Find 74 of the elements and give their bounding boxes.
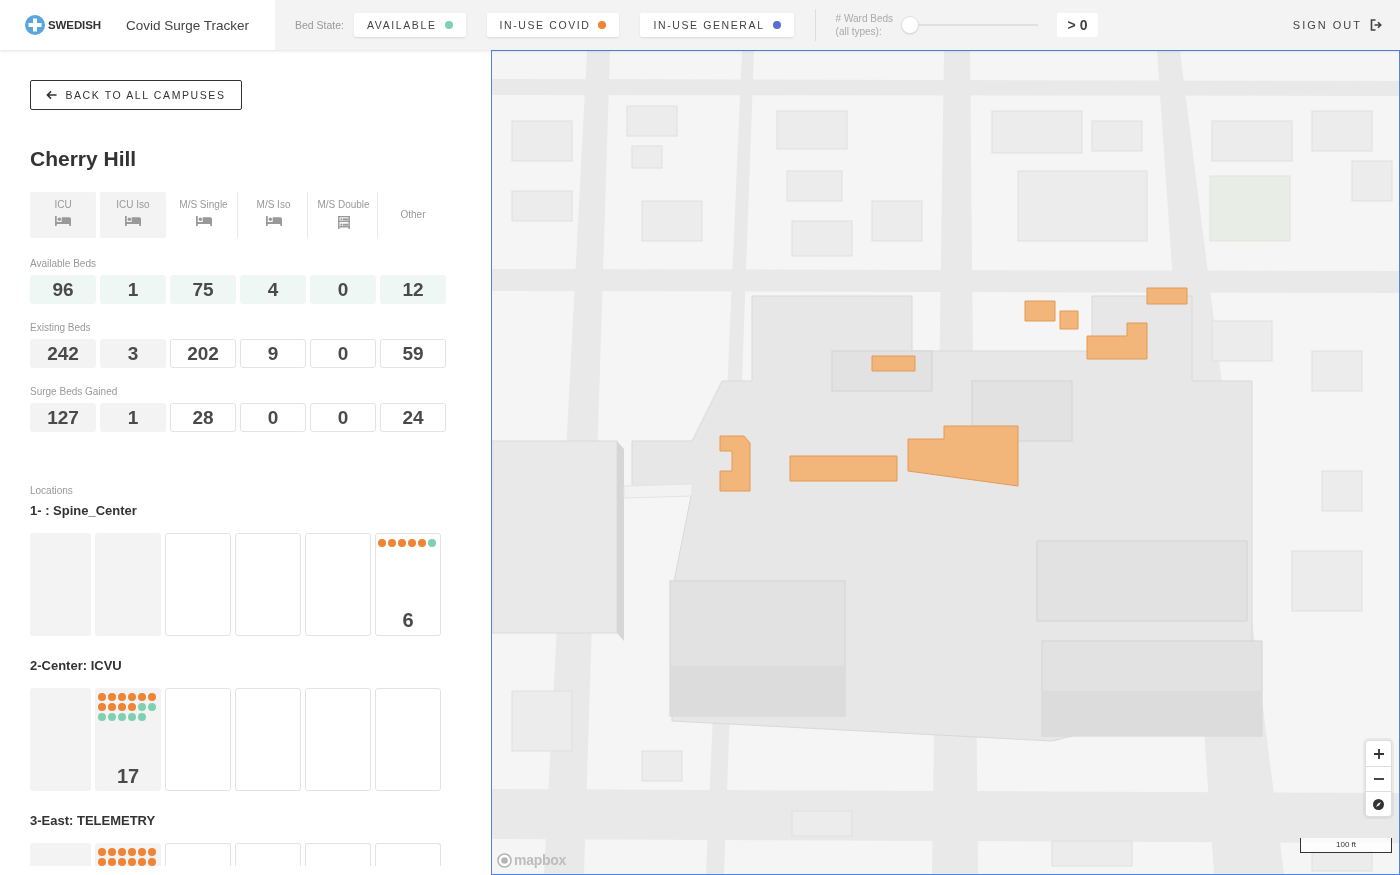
highlighted-building[interactable] — [1059, 310, 1079, 330]
plus-icon — [1373, 748, 1384, 759]
bed-count-cell: 4 — [240, 275, 306, 304]
scale-bar: 100 ft — [1300, 838, 1392, 853]
bed-count-cell: 59 — [380, 339, 446, 368]
bed-state-button[interactable]: AVAILABLE — [354, 13, 466, 37]
bed-icon — [195, 216, 212, 226]
bed-count-cell: 0 — [310, 275, 376, 304]
back-arrow-icon — [46, 90, 58, 100]
bed-count-cell: 24 — [380, 403, 446, 432]
bed-type-label: Other — [400, 209, 426, 221]
brand-name: SWEDISH — [48, 19, 101, 31]
section-label: Locations — [30, 485, 73, 497]
compass-icon — [1373, 798, 1384, 810]
bed-icon — [55, 216, 71, 226]
bed-count-cell: 127 — [30, 403, 96, 432]
slider-thumb[interactable] — [901, 17, 918, 33]
compass-button[interactable] — [1366, 791, 1391, 816]
bed-icon — [265, 216, 282, 226]
location-cell — [375, 843, 441, 866]
map-view[interactable]: 100 ft mapbox — [491, 50, 1400, 875]
highlighted-building[interactable] — [719, 435, 751, 492]
bed-count-cell: 12 — [380, 275, 446, 304]
bed-count-cell: 0 — [240, 403, 306, 432]
bed-count-cell: 28 — [170, 403, 236, 432]
app-title: Covid Surge Tracker — [126, 17, 250, 33]
bed-count: 6 — [402, 608, 414, 633]
highlighted-building[interactable] — [1146, 287, 1188, 305]
location-cell — [165, 843, 231, 866]
back-button[interactable]: BACK TO ALL CAMPUSES — [30, 80, 242, 110]
threshold-value: > 0 — [1056, 13, 1099, 37]
campus-title: Cherry Hill — [30, 146, 138, 171]
ward-beds-label: # Ward Beds (all types): — [835, 12, 894, 38]
logo-icon[interactable] — [497, 852, 512, 868]
location-cell — [305, 843, 371, 866]
location-name: 2-Center: ICVU — [30, 658, 122, 674]
location-cell — [235, 843, 301, 866]
bed-count-cell: 202 — [170, 339, 236, 368]
row-label: Existing Beds — [30, 322, 91, 334]
bed-count-cell: 1 — [100, 403, 166, 432]
bunk-bed-icon — [337, 216, 350, 229]
bed-type-label: ICU — [54, 199, 72, 211]
bed-count-cell: 1 — [100, 275, 166, 304]
bed-count-cell: 0 — [310, 403, 376, 432]
location-name: 1- : Spine_Center — [30, 503, 137, 519]
bed-type-label: M/S Double — [317, 199, 370, 211]
bed-state-label: Bed State: — [295, 19, 345, 31]
sign-out-icon — [1370, 19, 1382, 31]
sign-out-button[interactable]: SIGN OUT — [1292, 19, 1382, 31]
highlighted-building[interactable] — [1086, 322, 1148, 360]
highlighted-building[interactable] — [871, 355, 916, 372]
highlighted-building[interactable] — [789, 455, 898, 482]
row-label: Surge Beds Gained — [30, 386, 118, 398]
logo-icon — [25, 15, 45, 35]
bed-count-cell: 9 — [240, 339, 306, 368]
bed-icon — [125, 216, 141, 226]
row-label: Available Beds — [30, 258, 96, 270]
bed-count-cell: 96 — [30, 275, 96, 304]
bed-state-button[interactable]: IN-USE COVID — [486, 13, 620, 37]
bed-count-cell: 3 — [100, 339, 166, 368]
bed-state-button[interactable]: IN-USE GENERAL — [640, 13, 794, 37]
bed-type-label: ICU Iso — [116, 199, 150, 211]
bed-count-cell: 0 — [310, 339, 376, 368]
minus-icon — [1373, 778, 1384, 780]
bed-count-cell: 242 — [30, 339, 96, 368]
location-name: 3-East: TELEMETRY — [30, 813, 156, 829]
bed-count: 17 — [116, 764, 140, 789]
bed-type-label: M/S Single — [179, 199, 228, 211]
building — [1311, 850, 1373, 872]
bed-count-cell: 75 — [170, 275, 236, 304]
walkway — [623, 483, 693, 499]
highlighted-building[interactable] — [1024, 300, 1056, 322]
highlighted-building[interactable] — [907, 425, 1019, 487]
bed-type-label: M/S Iso — [256, 199, 291, 211]
